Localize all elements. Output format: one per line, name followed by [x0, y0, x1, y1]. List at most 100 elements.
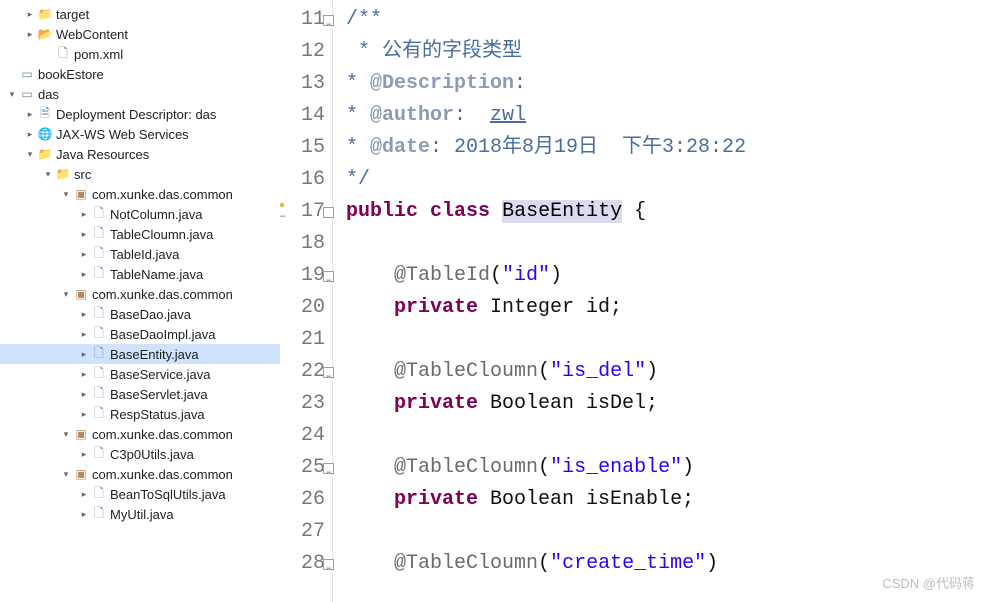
code-line[interactable]: * 公有的字段类型 — [346, 36, 989, 68]
code-line[interactable]: * @author: zwl — [346, 100, 989, 132]
chevron-right-icon[interactable]: ▸ — [78, 349, 90, 360]
line-number: 18 — [280, 228, 332, 260]
tree-item-label: BeanToSqlUtils.java — [110, 487, 226, 502]
tree-item[interactable]: ▾▣com.xunke.das.common — [0, 184, 280, 204]
code-line[interactable]: * @Description: — [346, 68, 989, 100]
code-line[interactable]: private Integer id; — [346, 292, 989, 324]
tree-item-label: BaseService.java — [110, 367, 210, 382]
code-line[interactable]: /** — [346, 4, 989, 36]
tree-item-label: Java Resources — [56, 147, 149, 162]
tree-item[interactable]: ▾▣com.xunke.das.common — [0, 424, 280, 444]
chevron-right-icon[interactable]: ▸ — [78, 369, 90, 380]
code-line[interactable]: * @date: 2018年8月19日 下午3:28:22 — [346, 132, 989, 164]
code-line[interactable]: public class BaseEntity { — [346, 196, 989, 228]
code-line[interactable]: @TableCloumn("is_enable") — [346, 452, 989, 484]
tree-item-label: bookEstore — [38, 67, 104, 82]
code-line[interactable] — [346, 324, 989, 356]
chevron-down-icon[interactable]: ▾ — [60, 189, 72, 200]
java-icon: 🗋 — [91, 446, 107, 462]
tree-item-label: target — [56, 7, 89, 22]
chevron-right-icon[interactable]: ▸ — [78, 209, 90, 220]
tree-item-label: com.xunke.das.common — [92, 427, 233, 442]
tree-item[interactable]: ▾📁Java Resources — [0, 144, 280, 164]
line-number-gutter: 111213141516171819202122232425262728 — [280, 0, 332, 602]
package-explorer[interactable]: ▸📁target▸📂WebContent🗋pom.xml▭bookEstore▾… — [0, 0, 280, 602]
java-icon: 🗋 — [91, 306, 107, 322]
chevron-down-icon[interactable]: ▾ — [6, 89, 18, 100]
code-line[interactable]: @TableId("id") — [346, 260, 989, 292]
chevron-right-icon[interactable]: ▸ — [78, 509, 90, 520]
code-line[interactable]: @TableCloumn("is_del") — [346, 356, 989, 388]
xml-icon: 🗋 — [55, 46, 71, 62]
tree-item[interactable]: ▸🗋C3p0Utils.java — [0, 444, 280, 464]
code-line[interactable] — [346, 516, 989, 548]
chevron-right-icon[interactable]: ▸ — [78, 489, 90, 500]
chevron-right-icon[interactable]: ▸ — [78, 409, 90, 420]
code-line[interactable]: */ — [346, 164, 989, 196]
tree-item-label: JAX-WS Web Services — [56, 127, 189, 142]
code-line[interactable]: private Boolean isDel; — [346, 388, 989, 420]
tree-item[interactable]: ▾📁src — [0, 164, 280, 184]
line-number: 26 — [280, 484, 332, 516]
java-icon: 🗋 — [91, 366, 107, 382]
pkg-icon: ▣ — [73, 286, 89, 302]
chevron-right-icon[interactable]: ▸ — [24, 29, 36, 40]
code-line[interactable] — [346, 228, 989, 260]
chevron-right-icon[interactable]: ▸ — [24, 109, 36, 120]
tree-item[interactable]: ▸🗋TableName.java — [0, 264, 280, 284]
chevron-right-icon[interactable]: ▸ — [78, 249, 90, 260]
chevron-right-icon[interactable]: ▸ — [24, 129, 36, 140]
chevron-right-icon[interactable]: ▸ — [24, 9, 36, 20]
folder-src-icon: 📁 — [55, 166, 71, 182]
tree-item[interactable]: ▾▣com.xunke.das.common — [0, 284, 280, 304]
tree-item-label: MyUtil.java — [110, 507, 174, 522]
line-number: 22 — [280, 356, 332, 388]
tree-item[interactable]: ▸🗋BaseEntity.java — [0, 344, 280, 364]
line-number: 12 — [280, 36, 332, 68]
chevron-right-icon[interactable]: ▸ — [78, 269, 90, 280]
tree-item[interactable]: ▸📁target — [0, 4, 280, 24]
chevron-down-icon[interactable]: ▾ — [42, 169, 54, 180]
tree-item[interactable]: ▸🗋TableId.java — [0, 244, 280, 264]
tree-item[interactable]: ▸🗋NotColumn.java — [0, 204, 280, 224]
java-icon: 🗋 — [91, 506, 107, 522]
code-line[interactable]: private Boolean isEnable; — [346, 484, 989, 516]
chevron-down-icon[interactable]: ▾ — [24, 149, 36, 160]
code-line[interactable] — [346, 420, 989, 452]
chevron-right-icon[interactable]: ▸ — [78, 389, 90, 400]
chevron-right-icon[interactable]: ▸ — [78, 329, 90, 340]
chevron-right-icon[interactable]: ▸ — [78, 229, 90, 240]
tree-item[interactable]: ▸🗎Deployment Descriptor: das — [0, 104, 280, 124]
tree-item[interactable]: ▸🗋MyUtil.java — [0, 504, 280, 524]
tree-item[interactable]: ▾▭das — [0, 84, 280, 104]
tree-item[interactable]: ▸🗋BeanToSqlUtils.java — [0, 484, 280, 504]
tree-item[interactable]: ▸🗋BaseServlet.java — [0, 384, 280, 404]
tree-item[interactable]: ▸🗋BaseDaoImpl.java — [0, 324, 280, 344]
tree-item[interactable]: 🗋pom.xml — [0, 44, 280, 64]
java-icon: 🗋 — [91, 326, 107, 342]
globe-icon: 🌐 — [37, 126, 53, 142]
watermark: CSDN @代码蒋 — [882, 573, 975, 592]
chevron-down-icon[interactable]: ▾ — [60, 469, 72, 480]
tree-item[interactable]: ▾▣com.xunke.das.common — [0, 464, 280, 484]
tree-item[interactable]: ▸🗋TableCloumn.java — [0, 224, 280, 244]
tree-item[interactable]: ▸🗋BaseService.java — [0, 364, 280, 384]
line-number: 19 — [280, 260, 332, 292]
tree-item[interactable]: ▸🌐JAX-WS Web Services — [0, 124, 280, 144]
pkg-icon: ▣ — [73, 186, 89, 202]
line-number: 27 — [280, 516, 332, 548]
tree-item-label: das — [38, 87, 59, 102]
tree-item-label: NotColumn.java — [110, 207, 203, 222]
chevron-down-icon[interactable]: ▾ — [60, 429, 72, 440]
tree-item-label: TableCloumn.java — [110, 227, 213, 242]
chevron-right-icon[interactable]: ▸ — [78, 309, 90, 320]
tree-item[interactable]: ▸📂WebContent — [0, 24, 280, 44]
chevron-down-icon[interactable]: ▾ — [60, 289, 72, 300]
tree-item[interactable]: ▭bookEstore — [0, 64, 280, 84]
chevron-right-icon[interactable]: ▸ — [78, 449, 90, 460]
tree-item[interactable]: ▸🗋RespStatus.java — [0, 404, 280, 424]
java-icon: 🗋 — [91, 246, 107, 262]
tree-item[interactable]: ▸🗋BaseDao.java — [0, 304, 280, 324]
editor[interactable]: 111213141516171819202122232425262728 /**… — [280, 0, 989, 602]
code-area[interactable]: /** * 公有的字段类型* @Description:* @author: z… — [346, 0, 989, 602]
